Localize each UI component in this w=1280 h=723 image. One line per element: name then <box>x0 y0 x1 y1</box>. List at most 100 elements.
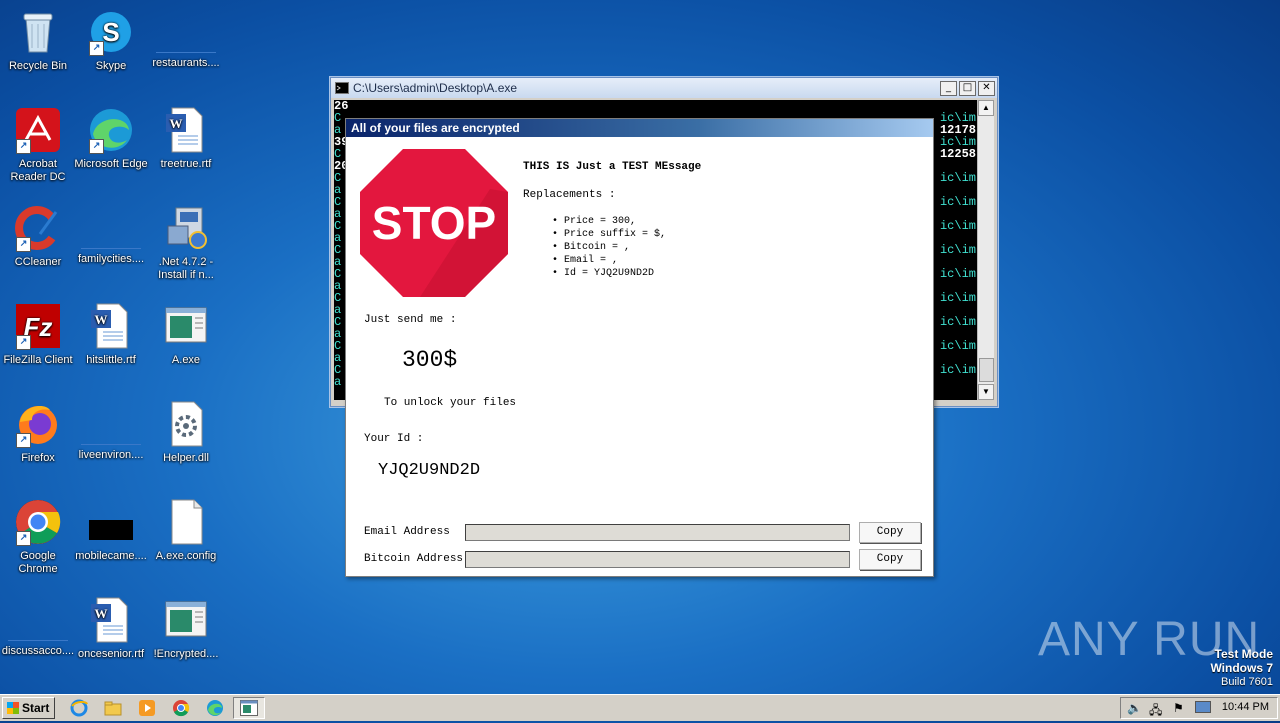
console-line-right: ic\im <box>939 291 976 305</box>
file-icon <box>156 32 216 53</box>
test-mode-label: Test Mode <box>1214 647 1273 661</box>
svg-text:S: S <box>102 17 119 47</box>
file-icon <box>8 620 68 641</box>
shortcut-arrow-icon: ↗ <box>89 41 104 56</box>
word-document-icon: W <box>162 106 210 154</box>
console-line-right: ic\im <box>939 363 976 377</box>
explorer-folder-icon[interactable] <box>104 699 122 717</box>
console-line: 26 <box>334 100 978 112</box>
console-line-right: ic\im <box>939 195 976 209</box>
desktop-icon-label: hitslittle.rtf <box>86 354 136 366</box>
desktop-icon-chrome[interactable]: ↗ Google Chrome <box>0 498 76 576</box>
desktop-icon-restaurants[interactable]: restaurants.... <box>148 8 224 70</box>
desktop-icon-discussacco[interactable]: discussacco.... <box>0 596 76 658</box>
stop-sign-icon: STOP <box>360 149 508 297</box>
desktop-icon-filezilla[interactable]: Fz ↗ FileZilla Client <box>0 302 76 367</box>
taskbar-item-console[interactable] <box>233 697 265 719</box>
svg-text:W: W <box>170 116 183 131</box>
windows-logo-icon <box>7 702 19 714</box>
desktop-icon-label: A.exe.config <box>155 550 217 562</box>
console-line-left: a <box>334 375 342 389</box>
desktop-icon-a-exe[interactable]: A.exe <box>148 302 224 367</box>
desktop-icon-label: Helper.dll <box>163 452 209 464</box>
media-player-icon[interactable] <box>138 699 156 717</box>
file-icon <box>81 424 141 445</box>
desktop-icon-treetrue[interactable]: W treetrue.rtf <box>148 106 224 171</box>
shortcut-arrow-icon: ↗ <box>16 335 31 350</box>
word-document-icon: W <box>87 596 135 644</box>
console-line-right: ic\im <box>939 267 976 281</box>
shortcut-arrow-icon: ↗ <box>16 433 31 448</box>
copy-email-button[interactable]: Copy <box>859 522 921 543</box>
maximize-button[interactable]: □ <box>959 80 976 96</box>
edge-taskbar-icon[interactable] <box>206 699 224 717</box>
desktop-icon-label: mobilecame.... <box>75 550 147 562</box>
filezilla-icon: Fz ↗ <box>14 302 62 350</box>
desktop-icon-firefox[interactable]: ↗ Firefox <box>0 400 76 465</box>
desktop-icon-familycities[interactable]: familycities.... <box>73 204 149 266</box>
desktop-icon-skype[interactable]: S ↗ Skype <box>73 8 149 73</box>
application-window-icon <box>162 302 210 350</box>
console-titlebar[interactable]: C:\Users\admin\Desktop\A.exe _ □ ✕ <box>331 78 997 98</box>
desktop-icon-liveenviron[interactable]: liveenviron.... <box>73 400 149 462</box>
internet-explorer-icon[interactable] <box>70 699 88 717</box>
network-icon[interactable]: 🖧 <box>1149 701 1162 722</box>
desktop-icon-label: .Net 4.7.2 - Install if n... <box>158 256 214 281</box>
ransom-dialog[interactable]: All of your files are encrypted STOP THI… <box>345 118 934 577</box>
desktop-icon-label: treetrue.rtf <box>160 158 212 170</box>
desktop-icon-mobilecame[interactable]: mobilecame.... <box>73 498 149 563</box>
volume-icon[interactable]: 🔈 <box>1127 701 1142 715</box>
taskbar: Start 🔈 🖧 ⚑ 10:44 PM <box>0 694 1280 721</box>
desktop-icon-recycle-bin[interactable]: Recycle Bin <box>0 8 76 73</box>
email-address-field[interactable] <box>465 524 850 541</box>
desktop-icon-hitslittle[interactable]: W hitslittle.rtf <box>73 302 149 367</box>
edge-icon: ↗ <box>87 106 135 154</box>
console-scrollbar[interactable]: ▲ ▼ <box>977 100 994 400</box>
scroll-up-arrow-icon[interactable]: ▲ <box>978 100 994 116</box>
shortcut-arrow-icon: ↗ <box>89 139 104 154</box>
chrome-icon: ↗ <box>14 498 62 546</box>
console-title: C:\Users\admin\Desktop\A.exe <box>353 81 518 95</box>
desktop-icon-label: Acrobat Reader DC <box>10 158 66 183</box>
bitcoin-address-field[interactable] <box>465 551 850 568</box>
close-button[interactable]: ✕ <box>978 80 995 96</box>
shortcut-arrow-icon: ↗ <box>16 237 31 252</box>
unlock-text: To unlock your files <box>384 397 517 409</box>
desktop-icon-edge[interactable]: ↗ Microsoft Edge <box>73 106 149 171</box>
desktop-icon-oncesenior[interactable]: W oncesenior.rtf <box>73 596 149 661</box>
desktop-icon-acrobat[interactable]: ↗ Acrobat Reader DC <box>0 106 76 184</box>
chrome-taskbar-icon[interactable] <box>172 699 190 717</box>
desktop-icon-dotnet-installer[interactable]: .Net 4.7.2 - Install if n... <box>148 204 224 282</box>
dll-gear-icon <box>162 400 210 448</box>
application-window-icon <box>162 596 210 644</box>
svg-text:W: W <box>95 606 108 621</box>
desktop-icon-a-exe-config[interactable]: A.exe.config <box>148 498 224 563</box>
desktop-icon-encrypted[interactable]: !Encrypted.... <box>148 596 224 661</box>
desktop-icon-label: oncesenior.rtf <box>77 648 145 660</box>
list-item: Price = 300, <box>552 215 666 228</box>
black-file-icon <box>87 498 135 546</box>
victim-id: YJQ2U9ND2D <box>378 461 481 480</box>
scroll-down-arrow-icon[interactable]: ▼ <box>978 384 994 400</box>
dialog-title: All of your files are encrypted <box>346 119 933 137</box>
desktop-icon-label: Microsoft Edge <box>74 158 148 170</box>
desktop-icon-label: Skype <box>95 60 127 72</box>
clock[interactable]: 10:44 PM <box>1222 701 1269 713</box>
shortcut-arrow-icon: ↗ <box>16 531 31 546</box>
desktop-icon-helper-dll[interactable]: Helper.dll <box>148 400 224 465</box>
desktop-icon-label: Firefox <box>21 452 55 464</box>
scroll-thumb[interactable] <box>979 358 994 382</box>
start-button[interactable]: Start <box>2 697 55 719</box>
copy-bitcoin-button[interactable]: Copy <box>859 549 921 570</box>
desktop-icon-ccleaner[interactable]: ↗ CCleaner <box>0 204 76 269</box>
console-line-right: ic\im <box>939 219 976 233</box>
minimize-button[interactable]: _ <box>940 80 957 96</box>
console-line-right: 12258 <box>939 147 976 161</box>
action-center-flag-icon[interactable]: ⚑ <box>1173 701 1184 715</box>
system-tray: 🔈 🖧 ⚑ 10:44 PM <box>1120 697 1278 719</box>
just-send-label: Just send me : <box>364 314 457 326</box>
desktop-icon-label: restaurants.... <box>152 57 220 69</box>
blank-document-icon <box>162 498 210 546</box>
file-icon <box>81 228 141 249</box>
display-icon[interactable] <box>1195 701 1211 713</box>
